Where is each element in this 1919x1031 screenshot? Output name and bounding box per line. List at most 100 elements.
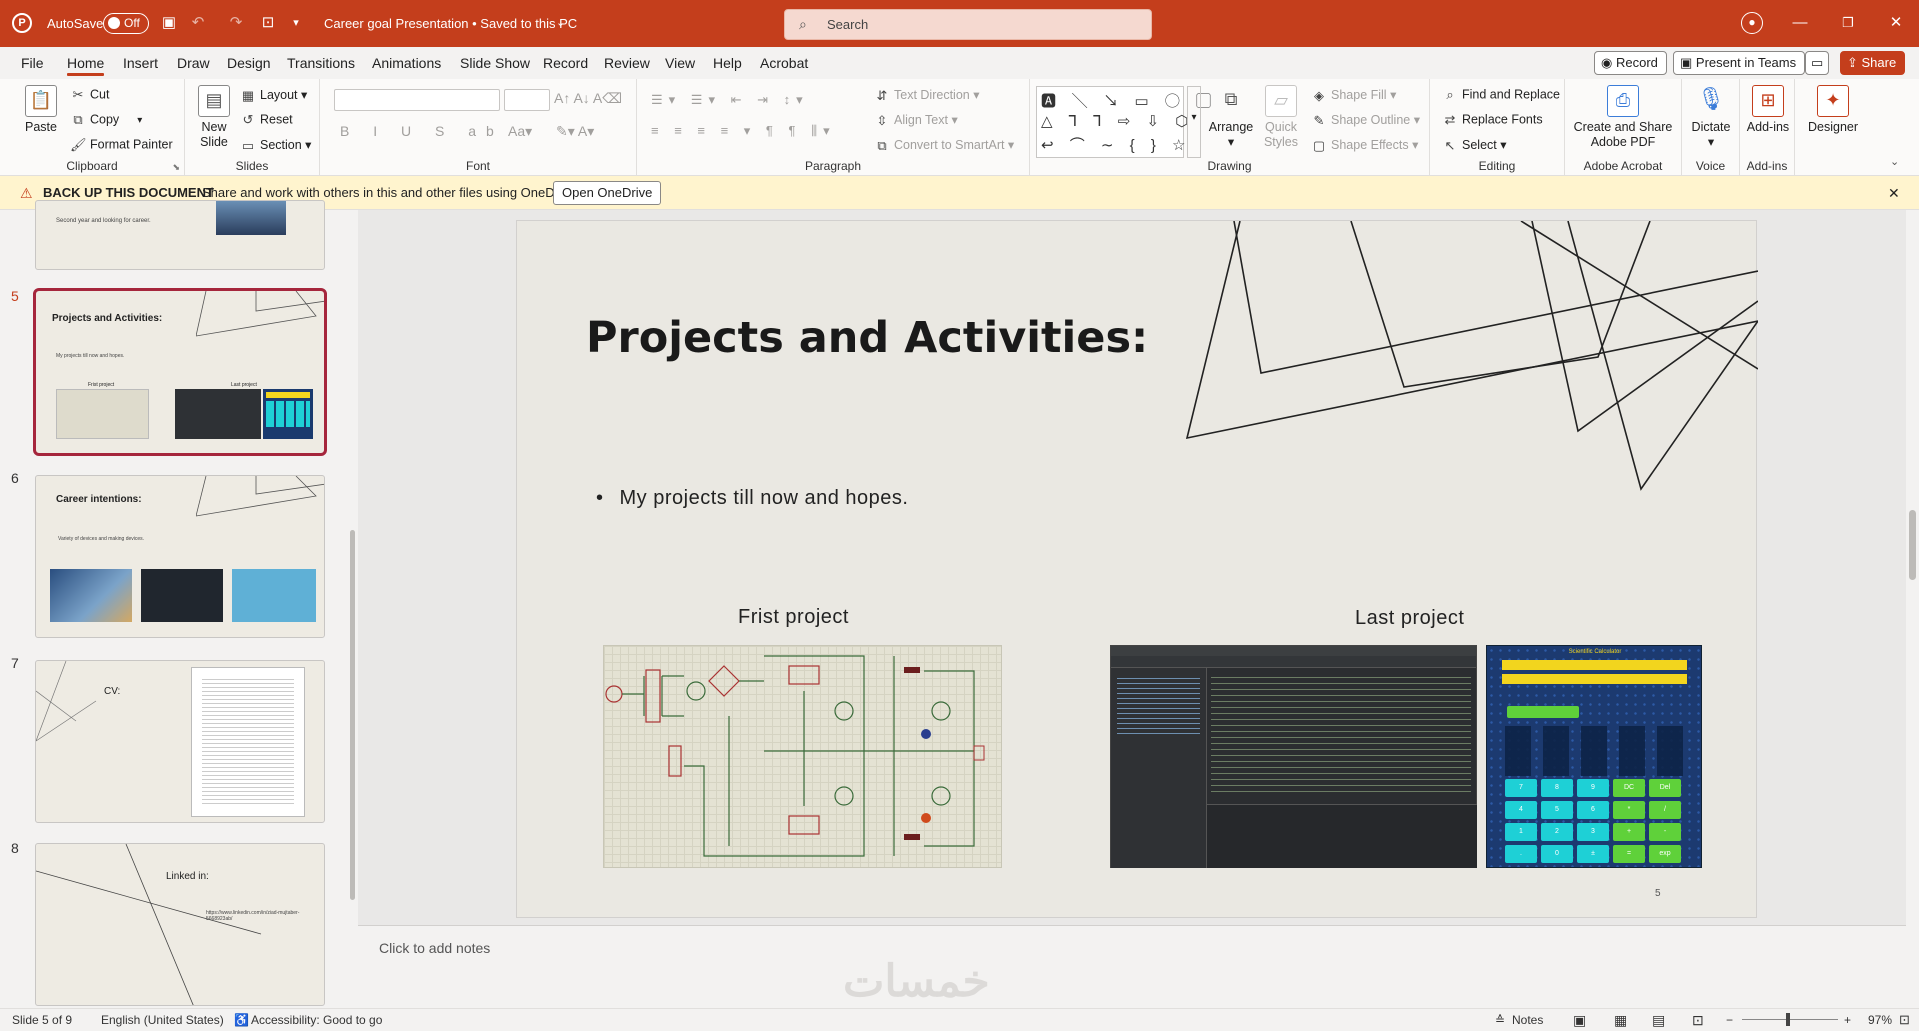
share-button[interactable]: ⇪ Share bbox=[1840, 51, 1906, 75]
shapes-row-3[interactable]: ↩ ⌒ ∼ { } ☆ bbox=[1041, 134, 1191, 155]
present-in-teams-button[interactable]: ▣ Present in Teams bbox=[1673, 51, 1806, 75]
fit-to-window-icon[interactable]: ⊡ bbox=[1899, 1009, 1910, 1031]
tab-acrobat[interactable]: Acrobat bbox=[760, 47, 808, 79]
shapes-row-2[interactable]: △ ⅂ ⅂ ⇨ ⇩ ⬡ bbox=[1041, 112, 1194, 130]
normal-view-icon[interactable]: ▣ bbox=[1573, 1009, 1586, 1031]
font-name-combo[interactable] bbox=[334, 89, 500, 111]
caption-first-project[interactable]: Frist project bbox=[738, 606, 849, 629]
reading-view-icon[interactable]: ▤ bbox=[1652, 1009, 1665, 1031]
slide-sorter-icon[interactable]: ▦ bbox=[1614, 1009, 1627, 1031]
notes-toggle[interactable]: Notes bbox=[1512, 1009, 1543, 1031]
shape-effects-button[interactable]: ▢ Shape Effects ▾ bbox=[1311, 137, 1419, 154]
accessibility-status[interactable]: Accessibility: Good to go bbox=[251, 1009, 382, 1031]
minimize-icon[interactable]: — bbox=[1789, 12, 1811, 34]
search-box[interactable]: ⌕ Search bbox=[784, 9, 1152, 40]
font-size-combo[interactable] bbox=[504, 89, 550, 111]
zoom-slider[interactable] bbox=[1742, 1019, 1838, 1020]
thumbnail-slide-8[interactable]: Linked in: https://www.linkedin.com/in/z… bbox=[35, 843, 325, 1006]
section-button[interactable]: ▭ Section ▾ bbox=[240, 137, 312, 154]
scrollbar-thumb[interactable] bbox=[350, 530, 355, 900]
current-slide[interactable]: Projects and Activities: • My projects ti… bbox=[516, 220, 1758, 918]
tab-file[interactable]: File bbox=[21, 47, 44, 79]
present-from-start-icon[interactable]: ⊡ bbox=[257, 12, 279, 34]
increase-font-icon[interactable]: A↑ A↓ A⌫ bbox=[554, 90, 622, 107]
arrange-button[interactable]: ⧉ Arrange ▾ bbox=[1208, 85, 1254, 150]
thumbnail-slide-7[interactable]: CV: bbox=[35, 660, 325, 823]
designer-button[interactable]: ✦ Designer bbox=[1805, 85, 1861, 135]
shapes-more-icon[interactable]: ▾ bbox=[1187, 86, 1201, 158]
document-title[interactable]: Career goal Presentation • Saved to this… bbox=[324, 0, 577, 47]
shape-fill-button[interactable]: ◈ Shape Fill ▾ bbox=[1311, 87, 1396, 104]
circuit-schematic-image[interactable] bbox=[603, 645, 1002, 868]
restore-icon[interactable]: ❐ bbox=[1837, 12, 1859, 34]
language-indicator[interactable]: English (United States) bbox=[101, 1009, 224, 1031]
undo-icon[interactable]: ↶ bbox=[187, 12, 209, 34]
dictate-button[interactable]: 🎙 Dictate ▾ bbox=[1686, 85, 1736, 150]
highlight-icon[interactable]: ✎▾ A▾ bbox=[556, 123, 594, 140]
find-replace-button[interactable]: ⌕ Find and Replace bbox=[1442, 87, 1560, 103]
zoom-in-icon[interactable]: + bbox=[1844, 1009, 1851, 1031]
thumbnail-slide-4[interactable]: Second year and looking for career. bbox=[35, 200, 325, 270]
slideshow-view-icon[interactable]: ⊡ bbox=[1692, 1009, 1704, 1031]
calculator-app-screenshot[interactable]: Scientific Calculator 7 8 9 DC Del 4 5 6 */ 1 2 3 + -… bbox=[1486, 645, 1702, 868]
copy-button[interactable]: ⧉ Copy ▾ bbox=[70, 112, 142, 128]
thumbnail-slide-6[interactable]: Career intentions: Variety of devices an… bbox=[35, 475, 325, 638]
layout-button[interactable]: ▦ Layout ▾ bbox=[240, 87, 307, 104]
zoom-out-icon[interactable]: − bbox=[1726, 1009, 1733, 1031]
tab-record[interactable]: Record bbox=[543, 47, 588, 79]
shapes-gallery[interactable]: 🅰 ╲ ↘ ▭ ◯ ▢ △ ⅂ ⅂ ⇨ ⇩ ⬡ ↩ ⌒ ∼ { } ☆ bbox=[1036, 86, 1211, 158]
tab-insert[interactable]: Insert bbox=[123, 47, 158, 79]
redo-icon[interactable]: ↷ bbox=[225, 12, 247, 34]
alignment-buttons[interactable]: ≡ ≡ ≡ ≡ ▾ ¶ ¶ ⫼▾ bbox=[651, 123, 836, 139]
scrollbar-thumb[interactable] bbox=[1909, 510, 1916, 580]
create-share-pdf-button[interactable]: ⎙ Create and Share Adobe PDF bbox=[1573, 85, 1673, 150]
thumbnails-scrollbar[interactable] bbox=[349, 210, 355, 1008]
close-icon[interactable]: ✕ bbox=[1885, 12, 1907, 34]
paste-button[interactable]: 📋 Paste bbox=[19, 85, 63, 135]
tab-view[interactable]: View bbox=[665, 47, 695, 79]
customize-toolbar-icon[interactable]: ▾ bbox=[285, 12, 307, 34]
comments-button[interactable]: ▭ bbox=[1805, 51, 1830, 75]
zoom-slider-thumb[interactable] bbox=[1786, 1013, 1790, 1026]
replace-fonts-button[interactable]: ⇄ Replace Fonts bbox=[1442, 112, 1543, 128]
notes-placeholder[interactable]: Click to add notes bbox=[379, 940, 490, 956]
slide-scrollbar[interactable] bbox=[1906, 210, 1919, 925]
open-onedrive-button[interactable]: Open OneDrive bbox=[553, 181, 662, 205]
collapse-ribbon-icon[interactable]: ⌄ bbox=[1890, 155, 1899, 168]
shape-outline-button[interactable]: ✎ Shape Outline ▾ bbox=[1311, 112, 1420, 129]
tab-draw[interactable]: Draw bbox=[177, 47, 210, 79]
save-icon[interactable]: ▣ bbox=[158, 12, 180, 34]
text-direction-button[interactable]: ⇵ Text Direction ▾ bbox=[874, 87, 980, 104]
tab-home[interactable]: Home bbox=[67, 47, 105, 79]
change-case-icon[interactable]: Aa▾ bbox=[508, 123, 532, 140]
list-buttons[interactable]: ☰▾ ☰▾ ⇤ ⇥ ↕▾ bbox=[651, 92, 809, 108]
slide-bullet[interactable]: • My projects till now and hopes. bbox=[596, 487, 908, 510]
thumbnail-slide-5[interactable]: Projects and Activities: My projects til… bbox=[33, 288, 327, 456]
account-avatar-icon[interactable]: ● bbox=[1741, 12, 1763, 34]
autosave-toggle[interactable]: Off bbox=[103, 13, 149, 34]
convert-smartart-button[interactable]: ⧉ Convert to SmartArt ▾ bbox=[874, 137, 1014, 154]
addins-button[interactable]: ⊞ Add-ins bbox=[1744, 85, 1792, 135]
record-button[interactable]: ◉ Record bbox=[1594, 51, 1667, 75]
cut-button[interactable]: ✂ Cut bbox=[70, 87, 110, 103]
align-text-button[interactable]: ⇳ Align Text ▾ bbox=[874, 112, 958, 129]
caption-last-project[interactable]: Last project bbox=[1355, 607, 1464, 630]
tab-design[interactable]: Design bbox=[227, 47, 271, 79]
reset-button[interactable]: ↺ Reset bbox=[240, 112, 293, 128]
tab-help[interactable]: Help bbox=[713, 47, 742, 79]
tab-transitions[interactable]: Transitions bbox=[287, 47, 355, 79]
code-editor-screenshot[interactable] bbox=[1110, 645, 1477, 868]
tab-review[interactable]: Review bbox=[604, 47, 650, 79]
format-painter-button[interactable]: 🖌 Format Painter bbox=[70, 137, 173, 153]
dialog-launcher-icon[interactable]: ⬊ bbox=[172, 162, 180, 173]
chevron-down-icon[interactable]: ⌄ bbox=[556, 0, 565, 47]
tab-slide-show[interactable]: Slide Show bbox=[460, 47, 530, 79]
slide-title[interactable]: Projects and Activities: bbox=[586, 313, 1148, 363]
font-format-buttons[interactable]: B I U S ab bbox=[340, 123, 504, 139]
new-slide-button[interactable]: ▤ New Slide bbox=[194, 85, 234, 150]
quick-styles-button[interactable]: ▱ Quick Styles bbox=[1260, 85, 1302, 150]
notes-pane[interactable]: Click to add notes خمسات bbox=[358, 925, 1906, 1008]
zoom-level[interactable]: 97% bbox=[1868, 1009, 1892, 1031]
select-button[interactable]: ↖ Select ▾ bbox=[1442, 137, 1507, 154]
tab-animations[interactable]: Animations bbox=[372, 47, 441, 79]
